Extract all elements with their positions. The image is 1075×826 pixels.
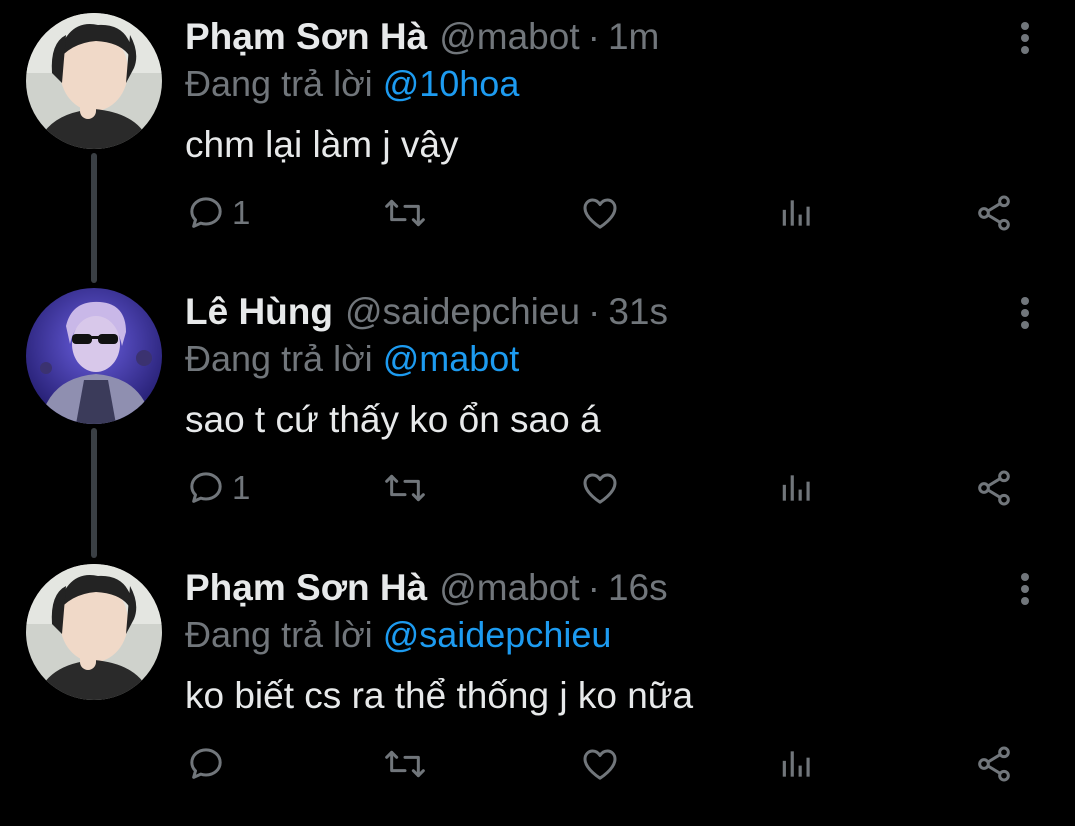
avatar-image bbox=[26, 13, 162, 149]
like-button[interactable] bbox=[580, 188, 620, 238]
author-name[interactable]: Phạm Sơn Hà bbox=[185, 16, 427, 58]
heart-icon bbox=[583, 198, 617, 229]
reply-count: 1 bbox=[232, 194, 251, 231]
more-button[interactable] bbox=[1010, 569, 1040, 609]
reply-prefix: Đang trả lời bbox=[185, 614, 373, 655]
author-name[interactable]: Phạm Sơn Hà bbox=[185, 567, 427, 609]
tweet[interactable]: Phạm Sơn Hà @mabot · 1m Đang trả lời @10h… bbox=[0, 0, 1075, 275]
author-name[interactable]: Lê Hùng bbox=[185, 291, 333, 333]
separator: · bbox=[587, 567, 600, 608]
analytics-icon bbox=[782, 475, 810, 501]
share-icon bbox=[978, 195, 1010, 231]
share-icon bbox=[978, 746, 1010, 782]
reply-mention-link[interactable]: @saidepchieu bbox=[383, 614, 612, 655]
reply-icon bbox=[190, 472, 222, 503]
like-button[interactable] bbox=[580, 739, 620, 789]
reply-prefix: Đang trả lời bbox=[185, 63, 373, 104]
reply-context: Đang trả lời @10hoa bbox=[185, 63, 519, 105]
timestamp[interactable]: 1m bbox=[608, 16, 659, 58]
reply-context: Đang trả lời @saidepchieu bbox=[185, 614, 611, 656]
reply-mention-link[interactable]: @10hoa bbox=[383, 63, 520, 104]
avatar[interactable] bbox=[26, 564, 162, 700]
analytics-icon bbox=[782, 200, 810, 226]
retweet-icon bbox=[385, 199, 425, 227]
avatar[interactable] bbox=[26, 288, 162, 424]
tweet-text: chm lại làm j vậy bbox=[185, 124, 459, 165]
tweet[interactable]: Lê Hùng @saidepchieu · 31s Đang trả lời @… bbox=[0, 275, 1075, 550]
reply-count: 1 bbox=[232, 469, 251, 506]
share-button[interactable] bbox=[974, 463, 1014, 513]
more-vertical-icon bbox=[1021, 573, 1029, 605]
action-bar: 1 bbox=[0, 188, 1075, 238]
analytics-icon bbox=[782, 751, 810, 777]
tweet-text: ko biết cs ra thể thống j ko nữa bbox=[185, 675, 694, 716]
tweet[interactable]: Phạm Sơn Hà @mabot · 16s Đang trả lời @sa… bbox=[0, 551, 1075, 826]
reply-prefix: Đang trả lời bbox=[185, 338, 373, 379]
tweet-header: Phạm Sơn Hà @mabot · 16s bbox=[185, 565, 668, 611]
author-handle[interactable]: @mabot bbox=[439, 16, 579, 58]
retweet-icon bbox=[385, 750, 425, 778]
retweet-button[interactable] bbox=[383, 739, 427, 789]
timestamp[interactable]: 16s bbox=[608, 567, 668, 609]
action-bar bbox=[0, 739, 1075, 789]
reply-mention-link[interactable]: @mabot bbox=[383, 338, 520, 379]
author-handle[interactable]: @saidepchieu bbox=[345, 291, 580, 333]
more-button[interactable] bbox=[1010, 293, 1040, 333]
separator: · bbox=[588, 291, 601, 332]
analytics-button[interactable] bbox=[778, 188, 816, 238]
tweet-header: Lê Hùng @saidepchieu · 31s bbox=[185, 289, 668, 335]
more-vertical-icon bbox=[1021, 297, 1029, 329]
avatar-image bbox=[26, 288, 162, 424]
analytics-button[interactable] bbox=[778, 463, 816, 513]
more-vertical-icon bbox=[1021, 22, 1029, 54]
share-button[interactable] bbox=[974, 188, 1014, 238]
share-button[interactable] bbox=[974, 739, 1014, 789]
author-handle[interactable]: @mabot bbox=[439, 567, 579, 609]
action-bar: 1 bbox=[0, 463, 1075, 513]
reply-button[interactable]: 1 bbox=[186, 463, 250, 513]
reply-icon bbox=[190, 748, 222, 779]
analytics-button[interactable] bbox=[778, 739, 816, 789]
reply-button[interactable] bbox=[186, 739, 232, 789]
heart-icon bbox=[583, 749, 617, 780]
more-button[interactable] bbox=[1010, 18, 1040, 58]
timestamp[interactable]: 31s bbox=[608, 291, 668, 333]
tweet-text: sao t cứ thấy ko ổn sao á bbox=[185, 399, 601, 440]
separator: · bbox=[587, 16, 600, 57]
retweet-icon bbox=[385, 474, 425, 502]
reply-button[interactable]: 1 bbox=[186, 188, 250, 238]
reply-context: Đang trả lời @mabot bbox=[185, 338, 519, 380]
tweet-header: Phạm Sơn Hà @mabot · 1m bbox=[185, 14, 659, 60]
avatar-image bbox=[26, 564, 162, 700]
avatar[interactable] bbox=[26, 13, 162, 149]
retweet-button[interactable] bbox=[383, 188, 427, 238]
like-button[interactable] bbox=[580, 463, 620, 513]
heart-icon bbox=[583, 473, 617, 504]
share-icon bbox=[978, 470, 1010, 506]
reply-icon bbox=[190, 197, 222, 228]
retweet-button[interactable] bbox=[383, 463, 427, 513]
